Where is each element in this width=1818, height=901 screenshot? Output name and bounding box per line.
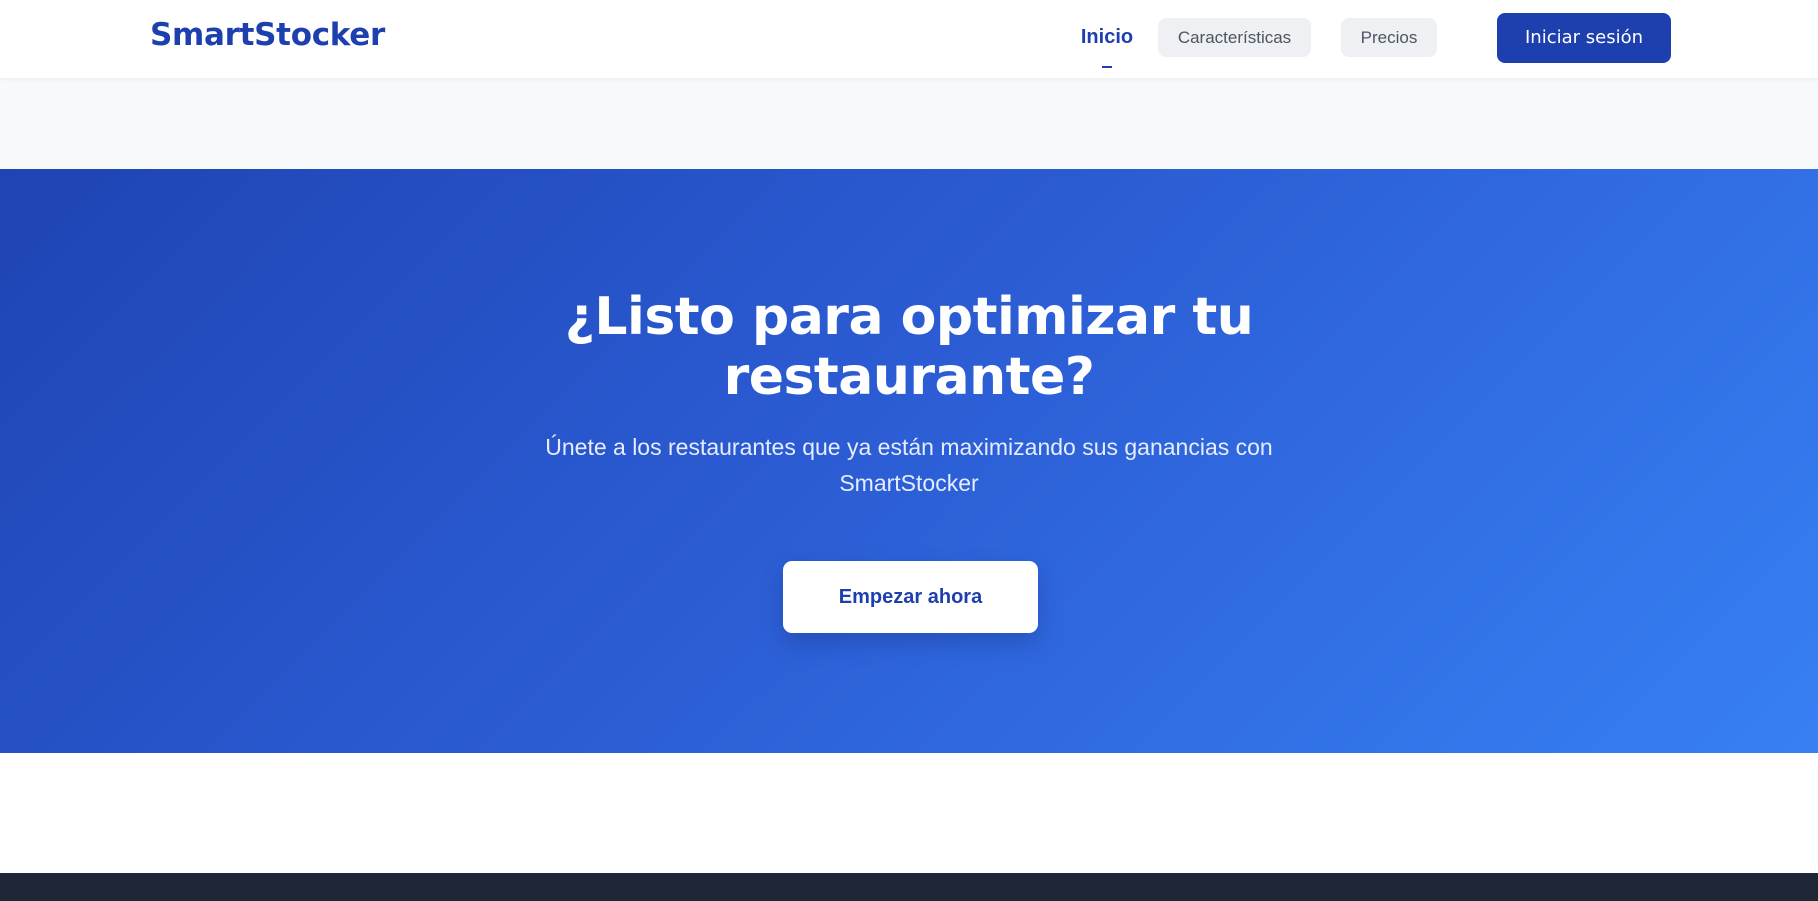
- active-nav-indicator: [1102, 66, 1112, 68]
- login-button[interactable]: Iniciar sesión: [1497, 13, 1671, 63]
- cta-section: ¿Listo para optimizar tu restaurante? Ún…: [0, 169, 1818, 753]
- nav-link-caracteristicas-label: Características: [1177, 28, 1292, 47]
- nav-link-inicio[interactable]: Inicio: [1046, 18, 1168, 68]
- nav-link-inicio-label: Inicio: [1080, 26, 1134, 48]
- nav-link-precios-label: Precios: [1360, 28, 1418, 47]
- top-navbar: SmartStocker Inicio Características Prec…: [0, 0, 1818, 79]
- cta-subtitle: Únete a los restaurantes que ya están ma…: [545, 434, 1273, 496]
- nav-link-caracteristicas[interactable]: Características: [1158, 18, 1311, 57]
- start-now-button[interactable]: Empezar ahora: [783, 561, 1038, 633]
- cta-title: ¿Listo para optimizar tu restaurante?: [564, 287, 1254, 407]
- nav-link-precios[interactable]: Precios: [1341, 18, 1437, 57]
- section-spacer: [0, 79, 1818, 169]
- site-footer: [0, 873, 1818, 901]
- footer-spacer: [0, 753, 1818, 873]
- brand-logo[interactable]: SmartStocker: [150, 17, 385, 53]
